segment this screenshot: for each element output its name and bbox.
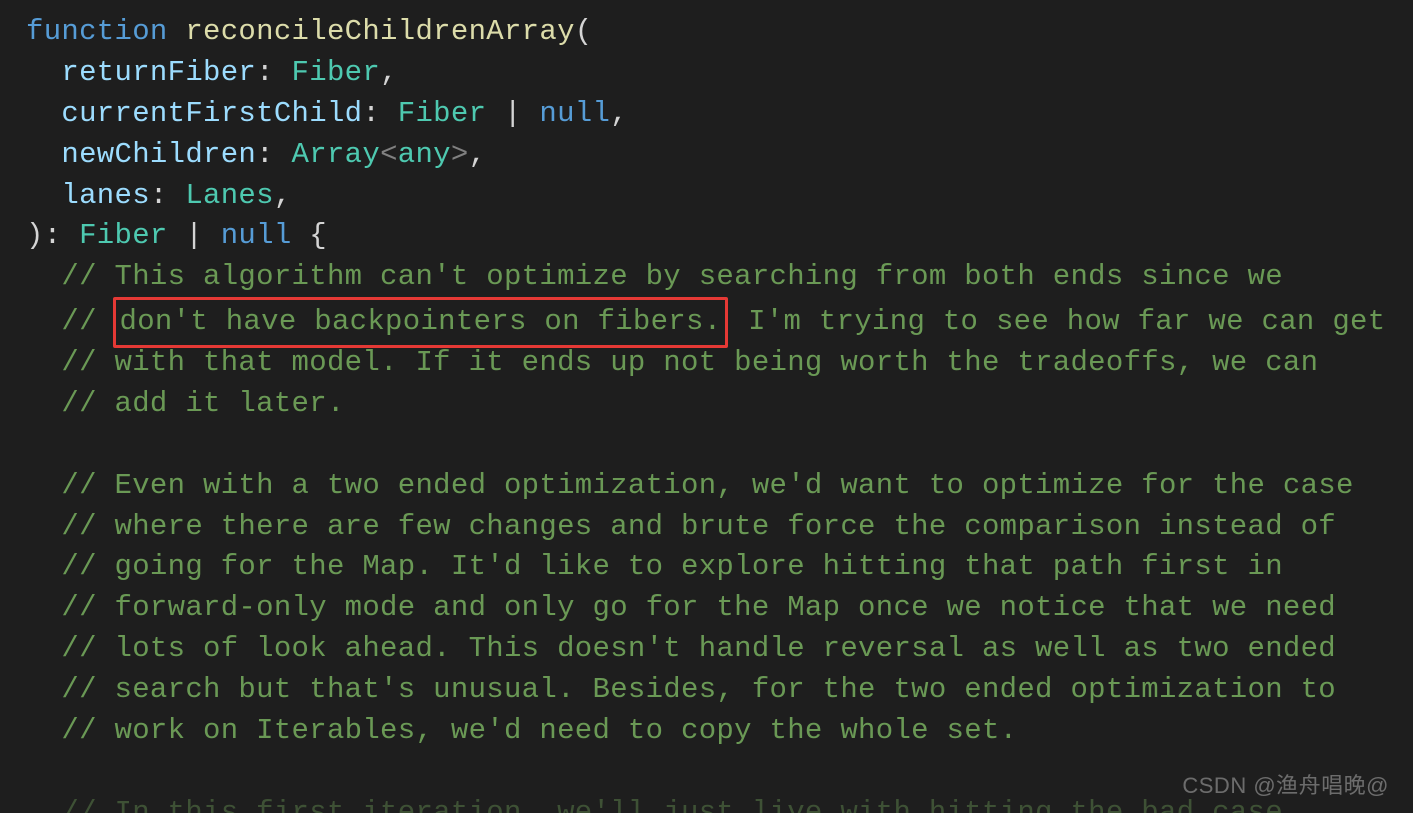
comment-line-faded: // In this first iteration, we'll just l… bbox=[61, 796, 1283, 813]
comment-line: // with that model. If it ends up not be… bbox=[61, 346, 1318, 379]
watermark: CSDN @渔舟唱晚@ bbox=[1182, 770, 1389, 801]
comment-line: // where there are few changes and brute… bbox=[61, 510, 1336, 543]
comment-line: // don't have backpointers on fibers. I'… bbox=[61, 305, 1385, 338]
code-block: function reconcileChildrenArray( returnF… bbox=[0, 0, 1413, 813]
paren-close: ) bbox=[26, 219, 44, 252]
param-newChildren: newChildren bbox=[61, 138, 256, 171]
comment-line: // This algorithm can't optimize by sear… bbox=[61, 260, 1283, 293]
highlight-box: don't have backpointers on fibers. bbox=[113, 297, 729, 348]
type-any: any bbox=[398, 138, 451, 171]
comment-line: // search but that's unusual. Besides, f… bbox=[61, 673, 1336, 706]
comment-line: // work on Iterables, we'd need to copy … bbox=[61, 714, 1017, 747]
param-currentFirstChild: currentFirstChild bbox=[61, 97, 362, 130]
type-array: Array bbox=[292, 138, 381, 171]
type-fiber: Fiber bbox=[292, 56, 381, 89]
comment-line: // lots of look ahead. This doesn't hand… bbox=[61, 632, 1336, 665]
keyword-null: null bbox=[539, 97, 610, 130]
function-name: reconcileChildrenArray bbox=[185, 15, 574, 48]
comment-line: // going for the Map. It'd like to explo… bbox=[61, 550, 1283, 583]
comment-line: // add it later. bbox=[61, 387, 344, 420]
keyword-null: null bbox=[221, 219, 292, 252]
param-returnFiber: returnFiber bbox=[61, 56, 256, 89]
paren-open: ( bbox=[575, 15, 593, 48]
type-lanes: Lanes bbox=[185, 179, 274, 212]
type-fiber: Fiber bbox=[398, 97, 487, 130]
keyword-function: function bbox=[26, 15, 168, 48]
comment-line: // Even with a two ended optimization, w… bbox=[61, 469, 1353, 502]
brace-open: { bbox=[309, 219, 327, 252]
param-lanes: lanes bbox=[61, 179, 150, 212]
comment-line: // forward-only mode and only go for the… bbox=[61, 591, 1336, 624]
return-type-fiber: Fiber bbox=[79, 219, 168, 252]
